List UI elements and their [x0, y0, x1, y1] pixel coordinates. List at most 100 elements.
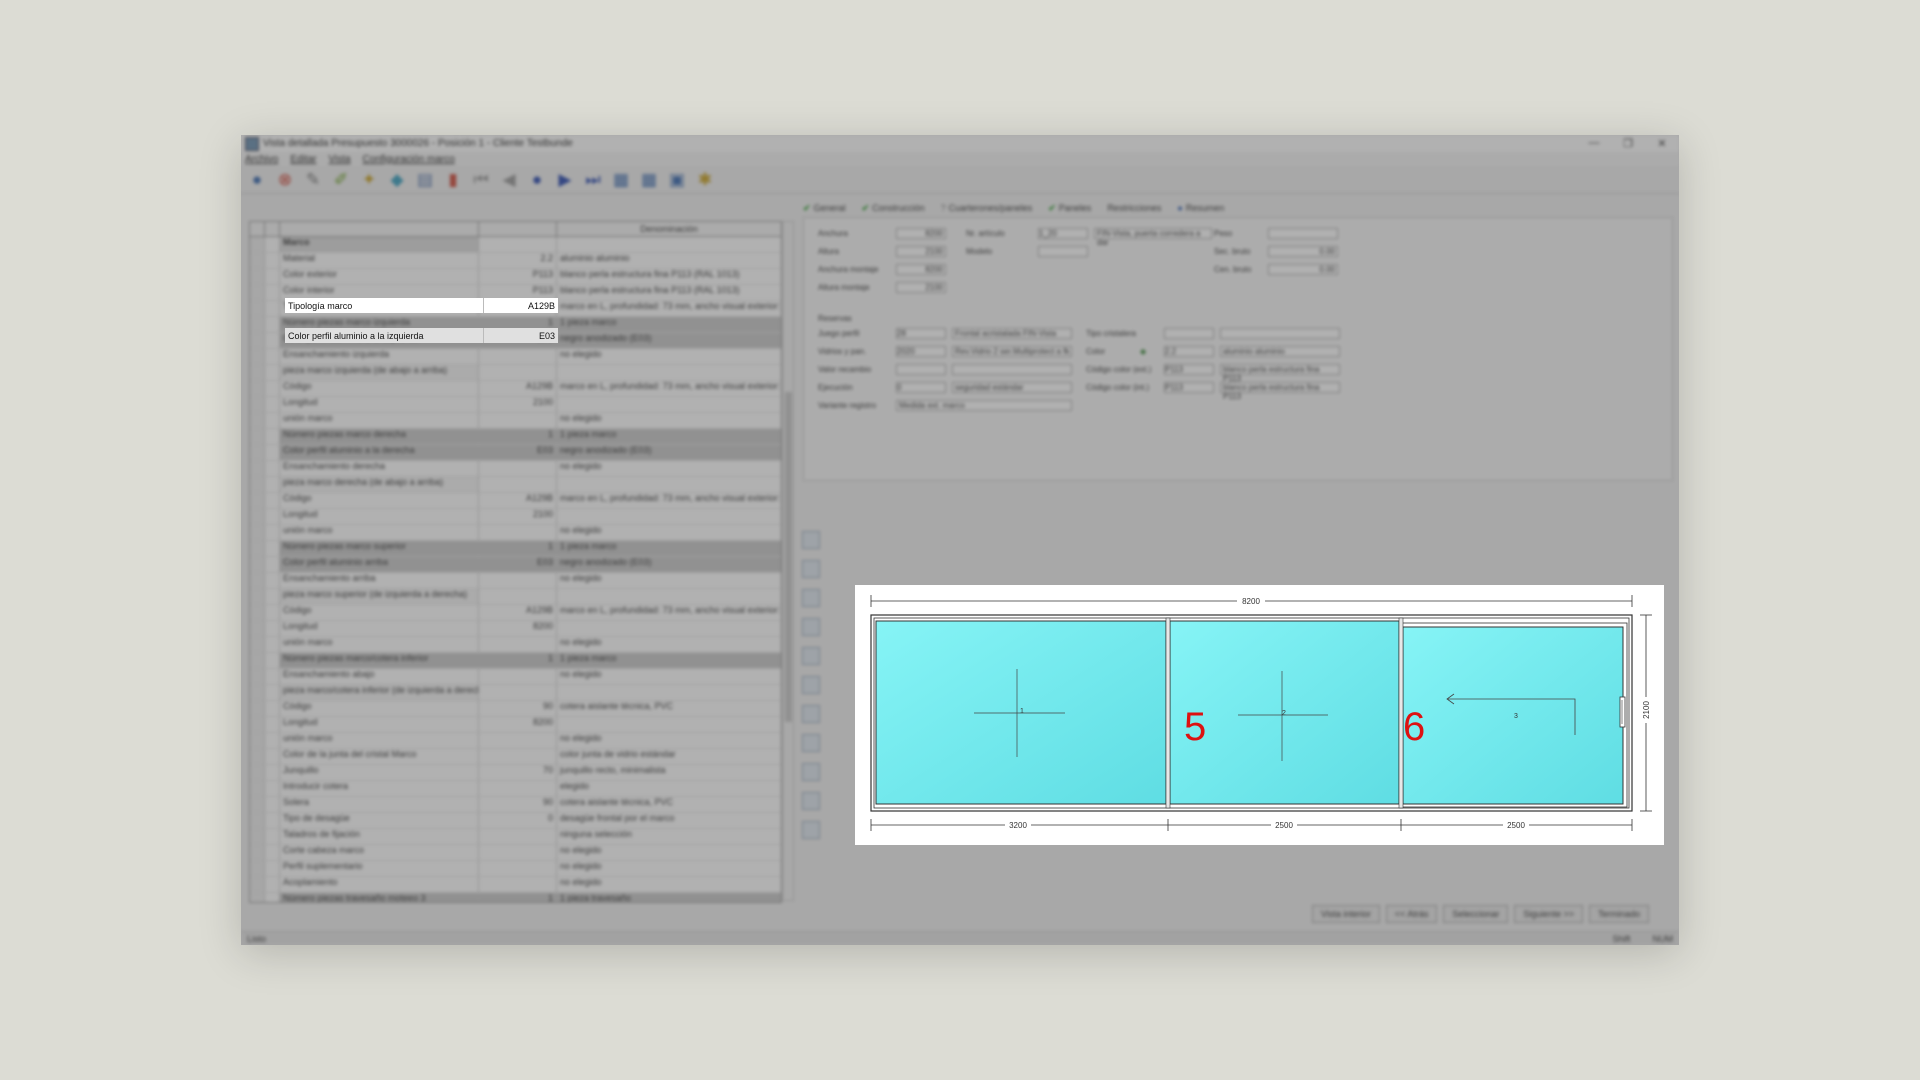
grid-row[interactable]: unión marco no elegido — [250, 637, 781, 653]
save-icon[interactable]: ● — [245, 168, 269, 192]
minimize-button[interactable]: — — [1577, 137, 1611, 150]
color-input[interactable]: 2.2 — [1164, 346, 1214, 357]
chart-icon[interactable]: ▮ — [441, 168, 465, 192]
tab-construccion[interactable]: ✔ Construcción — [862, 203, 925, 214]
tab-paneles[interactable]: ✔ Paneles — [1048, 203, 1091, 214]
valor-recambio-input[interactable] — [896, 364, 946, 375]
last-icon[interactable]: ⏭ — [581, 168, 605, 192]
grid-row[interactable]: Longitud 2100 — [250, 397, 781, 413]
color-picker-icon[interactable]: ◆ — [1140, 347, 1158, 356]
view-tool-icon[interactable] — [802, 821, 820, 839]
tab-resumen[interactable]: ● Resumen — [1177, 203, 1224, 213]
grid-scrollbar[interactable] — [782, 221, 794, 901]
grid-row[interactable]: Número piezas marco superior 1 1 pieza mar… — [250, 541, 781, 557]
rotate-tool-icon[interactable] — [802, 560, 820, 578]
grid-row[interactable]: Color perfil aluminio arriba E03 negro ano… — [250, 557, 781, 573]
grid-row[interactable]: pieza marco izquierda (de abajo a arriba… — [250, 365, 781, 381]
frame-tool-icon[interactable] — [802, 705, 820, 723]
grid-row[interactable]: Número piezas travesaño moteeo 311 pieza… — [250, 893, 781, 902]
measure-tool-icon[interactable] — [802, 647, 820, 665]
close-icon[interactable]: ⊗ — [273, 168, 297, 192]
back-button[interactable]: << Atrás — [1385, 905, 1438, 923]
vidrios-input[interactable]: 2020 — [896, 346, 946, 357]
sec-bruto-input[interactable]: 0.00 — [1268, 246, 1338, 257]
grid-row[interactable]: Ensanchamiento arriba no elegido — [250, 573, 781, 589]
grid-row[interactable]: Longitud 8200 — [250, 717, 781, 733]
menu-configuracion-marco[interactable]: Configuración marco — [363, 154, 455, 165]
juego-perfil-input[interactable]: 28 — [896, 328, 946, 339]
grid-row[interactable]: unión marco no elegido — [250, 525, 781, 541]
grid-row[interactable]: Color de la junta del cristal Marco color… — [250, 749, 781, 765]
close-button[interactable]: ✕ — [1645, 137, 1679, 150]
grid-row[interactable]: Código 90 cotera aislante técnica, PVC — [250, 701, 781, 717]
tipo-cristalera-input[interactable] — [1164, 328, 1214, 339]
grid-row[interactable]: Código A129B marco en L, profundidad: 73 m… — [250, 493, 781, 509]
grid-row[interactable]: Acoplamiento no elegido — [250, 877, 781, 893]
variante-registro-select[interactable]: Medida ext. marco — [896, 400, 1072, 411]
select-tool-icon[interactable] — [802, 531, 820, 549]
finish-button[interactable]: Terminado — [1588, 905, 1649, 923]
first-icon[interactable]: ⏮ — [469, 168, 493, 192]
grid-row[interactable]: Junquillo 70 junquillo recto, minimalista — [250, 765, 781, 781]
previous-icon[interactable]: ◀ — [497, 168, 521, 192]
glass-panel-3[interactable] — [1402, 626, 1624, 805]
grid-row[interactable]: Perfil suplementario no elegido — [250, 861, 781, 877]
tab-general[interactable]: ✔ General — [803, 203, 846, 214]
pan-tool-icon[interactable] — [802, 618, 820, 636]
menu-editar[interactable]: Editar — [290, 154, 316, 165]
grid-row[interactable]: Ensanchamiento abajo no elegido — [250, 669, 781, 685]
grid-row[interactable]: Introducir cotera elegido — [250, 781, 781, 797]
color-icon[interactable]: ◆ — [385, 168, 409, 192]
grid-row[interactable]: pieza marco/cotera inferior (de izquierd… — [250, 685, 781, 701]
cen-bruto-input[interactable]: 0.00 — [1268, 264, 1338, 275]
tab-restricciones[interactable]: Restricciones — [1107, 203, 1161, 213]
maximize-button[interactable]: ❐ — [1611, 137, 1645, 150]
codigo-color-int-input[interactable]: P113 — [1164, 382, 1214, 393]
view-2-icon[interactable]: ▦ — [637, 168, 661, 192]
grid-row[interactable]: Corte cabeza marco no elegido — [250, 845, 781, 861]
grid-row[interactable]: unión marco no elegido — [250, 733, 781, 749]
anchura-montaje-input[interactable]: 8200 — [896, 264, 946, 275]
view-1-icon[interactable]: ▦ — [609, 168, 633, 192]
altura-input[interactable]: 2100 — [896, 246, 946, 257]
scrollbar-thumb[interactable] — [785, 392, 792, 722]
handle-icon[interactable] — [1619, 696, 1626, 728]
grid-row[interactable]: Código A129B marco en L, profundidad: 73 m… — [250, 605, 781, 621]
sash-tool-icon[interactable] — [802, 734, 820, 752]
grid-row[interactable]: Color exterior P113 blanco perla estructur… — [250, 269, 781, 285]
grid-row[interactable]: Número piezas marco/cotera inferior 1 1 pi… — [250, 653, 781, 669]
anchura-input[interactable]: 8200 — [896, 228, 946, 239]
vista-interior-button[interactable]: Vista interior — [1312, 905, 1380, 923]
tab-cuarterones[interactable]: ? Cuarterones/paneles — [941, 203, 1033, 213]
edit-icon[interactable]: ✐ — [329, 168, 353, 192]
select-button[interactable]: Seleccionar — [1443, 905, 1509, 923]
grid-row[interactable]: pieza marco derecha (de abajo a arriba) — [250, 477, 781, 493]
next-button[interactable]: Siguiente >> — [1514, 905, 1583, 923]
zoom-tool-icon[interactable] — [802, 589, 820, 607]
grid-row[interactable]: unión marco no elegido — [250, 413, 781, 429]
grid-row[interactable]: Ensanchamiento izquierda no elegido — [250, 349, 781, 365]
ejecucion-input[interactable]: 0 — [896, 382, 946, 393]
grid-row[interactable]: Color perfil aluminio a la derecha E03 neg… — [250, 445, 781, 461]
grid-row[interactable]: Número piezas marco derecha 1 1 pieza marc… — [250, 429, 781, 445]
grid-row[interactable]: pieza marco superior (de izquierda a der… — [250, 589, 781, 605]
grid-row[interactable]: Marco — [250, 237, 781, 253]
settings-icon[interactable]: ✱ — [693, 168, 717, 192]
grid-row[interactable]: Código A129B marco en L, profundidad: 73 m… — [250, 381, 781, 397]
grid-row[interactable]: Longitud 2100 — [250, 509, 781, 525]
record-icon[interactable]: ● — [525, 168, 549, 192]
menu-archivo[interactable]: Archivo — [245, 154, 278, 165]
grid-tool-icon[interactable] — [802, 792, 820, 810]
view-3-icon[interactable]: ▣ — [665, 168, 689, 192]
peso-select[interactable] — [1268, 228, 1338, 239]
grid-row[interactable]: Longitud 8200 — [250, 621, 781, 637]
grid-row[interactable]: Material 2.2 aluminio aluminio — [250, 253, 781, 269]
grid-row[interactable]: Taladros de fijación ninguna selección — [250, 829, 781, 845]
wizard-icon[interactable]: ✦ — [357, 168, 381, 192]
row-color-perfil-izquierda[interactable]: Color perfil aluminio a la izquierda E03 — [285, 328, 558, 343]
tools-icon[interactable]: ✎ — [301, 168, 325, 192]
grid-row[interactable]: Tipo de desagüe 0 desagüe frontal por el m… — [250, 813, 781, 829]
modelo-input[interactable] — [1038, 246, 1088, 257]
grid-row[interactable]: Solera 90 cotera aislante técnica, PVC — [250, 797, 781, 813]
link-tool-icon[interactable] — [802, 763, 820, 781]
